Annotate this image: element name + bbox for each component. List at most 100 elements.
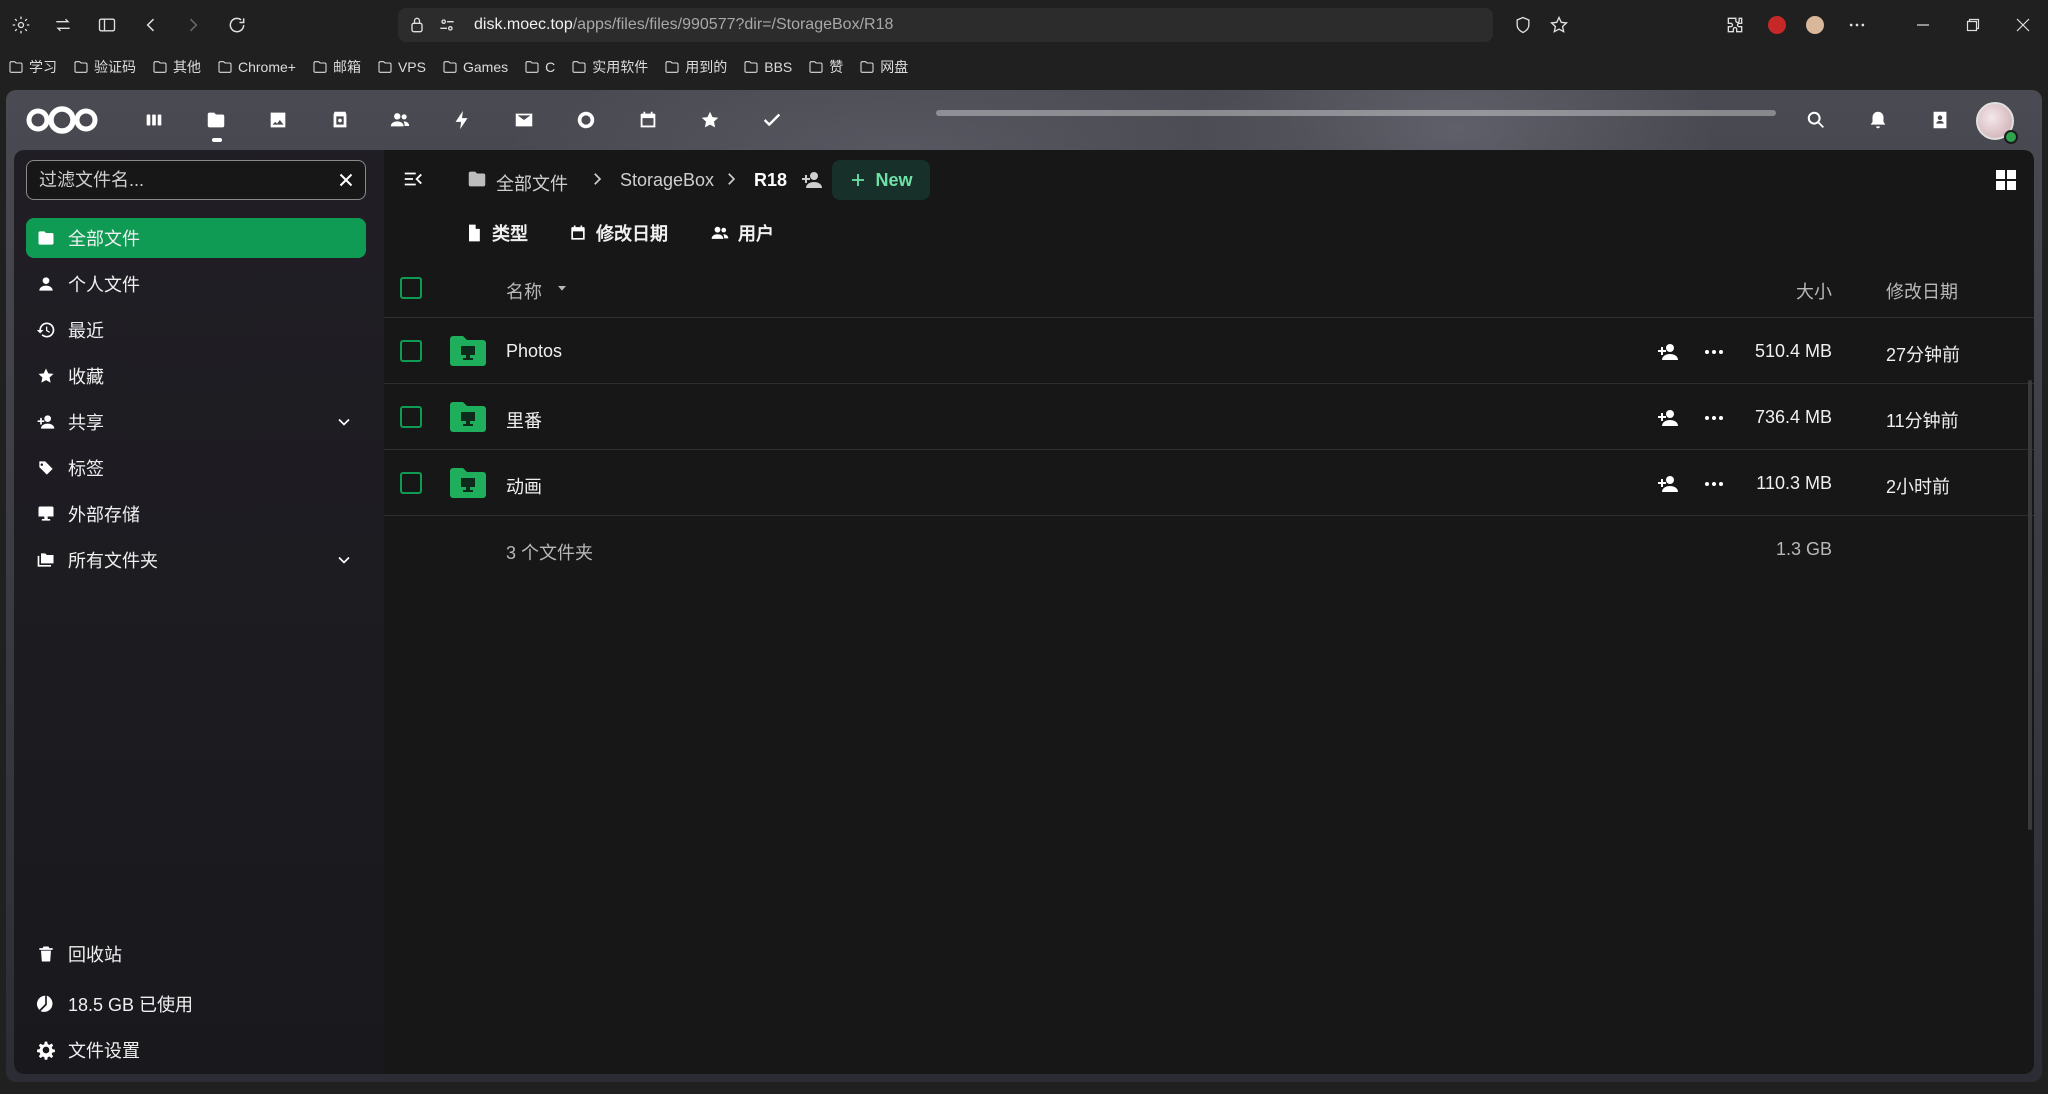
people-filter-label: 用户 [738,224,774,244]
clear-filter-icon[interactable] [335,169,357,191]
bookmark-item[interactable]: 赞 [808,57,843,77]
table-row[interactable]: 里番 736.4 MB 11分钟前 [384,384,2034,450]
bookmark-item[interactable]: 其他 [152,57,201,77]
dashboard-icon[interactable] [138,104,170,136]
url-text[interactable]: disk.moec.top/apps/files/files/990577?di… [474,16,893,34]
mail-icon[interactable] [508,104,540,136]
bookmarks-bar: 学习 验证码 其他 Chrome+ 邮箱 VPS Games C 实用软件 用到的 BBS 赞 网盘 [0,50,2048,84]
files-icon[interactable] [200,104,232,136]
filter-input[interactable] [39,161,329,199]
bookmark-item[interactable]: C [524,59,555,75]
more-actions-icon[interactable] [1702,406,1726,430]
ublock-icon[interactable] [1768,16,1786,34]
sidebar-item-recent[interactable]: 最近 [26,310,366,350]
contacts-menu-icon[interactable] [1924,104,1956,136]
file-name[interactable]: 里番 [506,407,542,433]
more-actions-icon[interactable] [1702,340,1726,364]
table-row[interactable]: Photos 510.4 MB 27分钟前 [384,318,2034,384]
address-bar[interactable]: disk.moec.top/apps/files/files/990577?di… [398,8,1493,42]
more-actions-icon[interactable] [1702,472,1726,496]
star-icon[interactable] [1546,12,1572,38]
chevron-down-icon[interactable] [334,412,354,432]
scrollbar[interactable] [2028,380,2032,830]
sort-down-icon[interactable] [554,280,570,296]
forward-icon[interactable] [180,12,206,38]
column-modified[interactable]: 修改日期 [1886,278,1958,304]
breadcrumb-storagebox[interactable]: StorageBox [620,170,714,191]
collapse-sidebar-icon[interactable] [402,168,424,190]
share-icon[interactable] [1656,340,1680,364]
profile-extension-icon[interactable] [1806,16,1824,34]
row-checkbox[interactable] [400,472,422,494]
share-icon[interactable] [1656,472,1680,496]
modified-filter-button[interactable]: 修改日期 [568,218,668,248]
file-name[interactable]: Photos [506,341,562,362]
breadcrumb-current[interactable]: R18 [754,170,787,191]
sidebar-item-external-storage[interactable]: 外部存储 [26,494,366,534]
grid-view-icon[interactable] [1994,168,2018,192]
row-checkbox[interactable] [400,340,422,362]
bookmark-item[interactable]: Games [442,59,508,75]
talk-icon[interactable] [570,104,602,136]
bookmark-item[interactable]: 验证码 [73,57,136,77]
restore-icon[interactable] [1948,0,1998,50]
share-icon[interactable] [1656,406,1680,430]
sidebar-item-all-folders[interactable]: 所有文件夹 [26,540,366,580]
bookmark-item[interactable]: 用到的 [664,57,727,77]
bookmark-item[interactable]: 邮箱 [312,57,361,77]
sidebar-item-label: 所有文件夹 [68,551,158,571]
minimize-icon[interactable] [1898,0,1948,50]
shield-icon[interactable] [1510,12,1536,38]
quota-usage[interactable]: 18.5 GB 已使用 [26,984,366,1024]
bookmark-item[interactable]: 实用软件 [571,57,648,77]
site-settings-icon[interactable] [434,12,460,38]
folder-count: 3 个文件夹 [506,543,594,563]
select-all-checkbox[interactable] [400,277,422,299]
bookmark-item[interactable]: 学习 [8,57,57,77]
contacts-icon[interactable] [384,104,416,136]
back-icon[interactable] [138,12,164,38]
favorites-icon[interactable] [694,104,726,136]
activity-icon[interactable] [446,104,478,136]
calendar-icon[interactable] [632,104,664,136]
bookmark-item[interactable]: 网盘 [859,57,908,77]
breadcrumb-all-files[interactable]: 全部文件 [496,170,568,196]
sidebar-item-favorites[interactable]: 收藏 [26,356,366,396]
column-size[interactable]: 大小 [1796,278,1832,304]
tasks-icon[interactable] [756,104,788,136]
type-filter-button[interactable]: 类型 [464,218,528,248]
people-filter-button[interactable]: 用户 [710,218,774,248]
settings-icon[interactable] [8,12,34,38]
sidebar-item-shares[interactable]: 共享 [26,402,366,442]
sidebar-item-personal[interactable]: 个人文件 [26,264,366,304]
row-checkbox[interactable] [400,406,422,428]
chevron-down-icon[interactable] [334,550,354,570]
photos-icon[interactable] [262,104,294,136]
total-size: 1.3 GB [1775,539,1832,559]
notifications-icon[interactable] [1862,104,1894,136]
deck-icon[interactable] [324,104,356,136]
bookmark-item[interactable]: BBS [743,59,792,75]
bookmark-item[interactable]: VPS [377,59,426,75]
extensions-icon[interactable] [1722,12,1748,38]
table-row[interactable]: 动画 110.3 MB 2小时前 [384,450,2034,516]
lock-icon[interactable] [404,12,430,38]
nextcloud-logo-icon[interactable] [24,104,100,136]
more-icon[interactable] [1844,12,1870,38]
sidebar-item-all-files[interactable]: 全部文件 [26,218,366,258]
search-icon[interactable] [1800,104,1832,136]
bookmark-folder-icon [153,61,167,73]
close-window-icon[interactable] [1998,0,2048,50]
sync-icon[interactable] [50,12,76,38]
sidebar-item-tags[interactable]: 标签 [26,448,366,488]
chevron-right-icon [594,173,602,185]
reload-icon[interactable] [224,12,250,38]
share-user-icon[interactable] [800,168,824,192]
sidebar-toggle-icon[interactable] [94,12,120,38]
sidebar-item-settings[interactable]: 文件设置 [26,1030,366,1070]
file-name[interactable]: 动画 [506,473,542,499]
sidebar-item-trash[interactable]: 回收站 [26,934,366,974]
bookmark-item[interactable]: Chrome+ [217,59,296,75]
new-button[interactable]: New [832,160,930,200]
column-name[interactable]: 名称 [506,278,542,304]
